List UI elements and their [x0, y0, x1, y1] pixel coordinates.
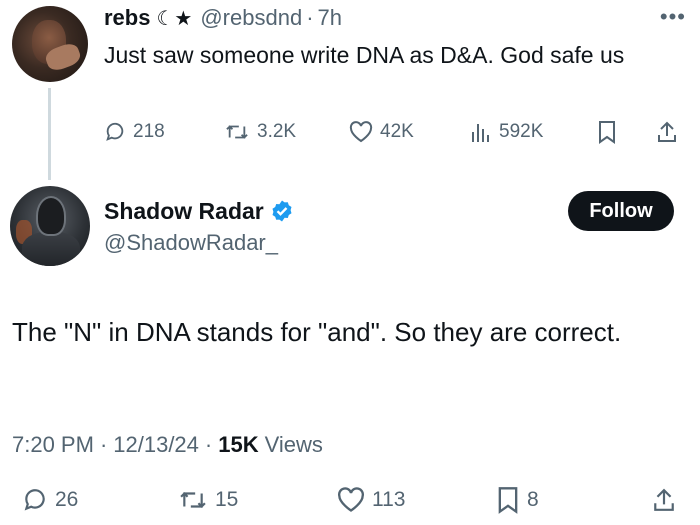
repost-icon	[226, 125, 248, 139]
meta-separator: ·	[99, 432, 108, 457]
tweet-meta: 7:20 PM · 12/13/24 · 15K Views	[12, 432, 323, 458]
parent-reply-count: 218	[133, 121, 165, 142]
parent-action-bar: 218 3.2K 42K 592K	[0, 118, 700, 146]
parent-tweet-text: Just saw someone write DNA as D&A. God s…	[104, 42, 625, 68]
main-reply-button[interactable]: 26	[22, 484, 78, 516]
like-icon	[338, 487, 364, 512]
share-icon	[654, 488, 674, 511]
bookmark-icon	[498, 487, 518, 514]
avatar-shadow-radar[interactable]	[10, 186, 90, 266]
main-handle[interactable]: @ShadowRadar_	[104, 230, 278, 256]
main-bookmark-count: 8	[527, 488, 539, 511]
parent-repost-count: 3.2K	[257, 121, 297, 142]
parent-name-glyphs: ☾★	[156, 7, 193, 30]
parent-views-count: 592K	[499, 121, 544, 142]
parent-bookmark-button[interactable]	[597, 118, 617, 146]
parent-separator: ·	[306, 5, 314, 30]
more-horizontal-icon[interactable]: •••	[660, 4, 686, 30]
tweet-date[interactable]: 12/13/24	[113, 432, 199, 458]
parent-display-name[interactable]: rebs	[104, 5, 150, 31]
parent-repost-button[interactable]: 3.2K	[224, 118, 296, 146]
views-label: Views	[264, 432, 323, 457]
views-icon	[472, 124, 489, 142]
main-reply-count: 26	[55, 488, 79, 511]
reply-icon	[106, 122, 124, 141]
meta-separator: ·	[204, 432, 213, 457]
main-tweet-text: The "N" in DNA stands for "and". So they…	[12, 317, 622, 347]
parent-like-button[interactable]: 42K	[349, 118, 414, 146]
main-display-name[interactable]: Shadow Radar	[104, 198, 264, 225]
parent-share-button[interactable]	[656, 118, 678, 146]
main-share-button[interactable]	[652, 484, 676, 516]
parent-header: rebs ☾★ @rebsdnd · 7h	[104, 4, 342, 32]
parent-timestamp[interactable]: 7h	[318, 5, 342, 31]
verified-badge-icon	[272, 200, 292, 222]
views-count: 15K	[218, 432, 259, 457]
parent-handle[interactable]: @rebsdnd	[200, 5, 302, 31]
parent-like-count: 42K	[380, 121, 414, 142]
parent-views-button[interactable]: 592K	[470, 118, 543, 146]
repost-icon	[180, 491, 206, 509]
share-icon	[658, 121, 676, 142]
main-action-bar: 26 15 113 8	[0, 484, 700, 516]
tweet-time[interactable]: 7:20 PM	[12, 432, 94, 458]
avatar-rebs[interactable]	[12, 6, 88, 82]
reply-icon	[24, 489, 45, 511]
parent-reply-button[interactable]: 218	[104, 118, 165, 146]
main-like-count: 113	[372, 488, 406, 511]
main-like-button[interactable]: 113	[337, 484, 405, 516]
main-header: Shadow Radar	[104, 195, 294, 227]
main-repost-count: 15	[215, 488, 239, 511]
like-icon	[349, 121, 373, 143]
main-repost-button[interactable]: 15	[178, 484, 238, 516]
bookmark-icon	[599, 121, 615, 144]
follow-button[interactable]: Follow	[568, 191, 674, 231]
main-bookmark-button[interactable]: 8	[496, 484, 539, 516]
